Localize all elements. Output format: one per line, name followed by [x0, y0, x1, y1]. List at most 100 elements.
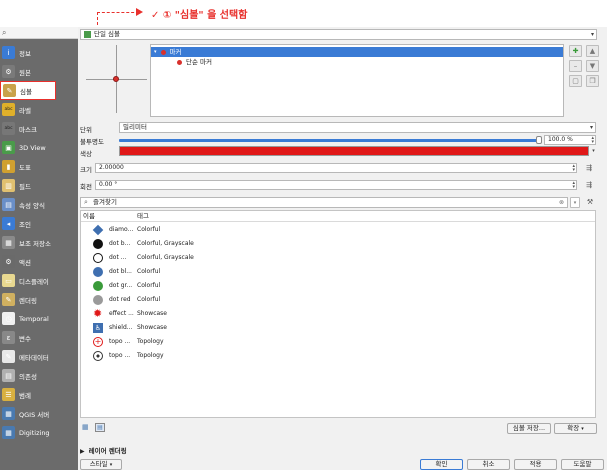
- sidebar-item[interactable]: ▤ 속성 양식: [0, 195, 78, 214]
- sidebar-item[interactable]: abc 마스크: [0, 119, 78, 138]
- annotation-label: ✓ ① "심볼" 을 선택함: [151, 10, 248, 21]
- sidebar-item-label: 보조 저장소: [19, 239, 51, 248]
- sidebar-item[interactable]: ε 변수: [0, 328, 78, 347]
- sidebar-item[interactable]: ✎ 심볼: [0, 81, 56, 100]
- metadata-icon: ✎: [2, 350, 15, 363]
- column-header-tag[interactable]: 태그: [137, 211, 149, 222]
- dot-white-icon: [93, 253, 103, 263]
- list-item[interactable]: ✹ effect ... Showcase: [81, 307, 595, 321]
- style-manager-icon[interactable]: ⚒: [584, 197, 596, 207]
- list-item[interactable]: topo ... Topology: [81, 349, 595, 363]
- duplicate-layer-button[interactable]: ❐: [586, 75, 599, 87]
- sidebar-item[interactable]: ▮ 도표: [0, 157, 78, 176]
- symbol-list[interactable]: 이름 태그 diamo... Colorful dot b... Colorful, …: [80, 210, 596, 418]
- sidebar-item[interactable]: ▭ 디스플레이: [0, 271, 78, 290]
- unit-select[interactable]: 밀리미터 ▾: [119, 122, 596, 133]
- list-item[interactable]: dot bl... Colorful: [81, 265, 595, 279]
- expand-arrow-icon[interactable]: ▶: [80, 448, 85, 455]
- list-item[interactable]: + topo ... Topology: [81, 335, 595, 349]
- cancel-button[interactable]: 취소: [467, 459, 510, 470]
- symbol-name: topo ...: [109, 338, 131, 345]
- column-header-name[interactable]: 이름: [83, 211, 95, 222]
- renderer-select[interactable]: 단일 심볼 ▾: [80, 29, 597, 40]
- sidebar-item[interactable]: ⚙ 원본: [0, 62, 78, 81]
- list-item[interactable]: dot b... Colorful, Grayscale: [81, 237, 595, 251]
- save-symbol-button[interactable]: 심볼 저장...: [507, 423, 551, 434]
- clear-icon[interactable]: ⊗: [559, 198, 564, 207]
- sidebar-search[interactable]: ⌕: [0, 27, 78, 39]
- sidebar-item[interactable]: ✎ 메타데이터: [0, 347, 78, 366]
- favorites-dropdown-button[interactable]: ▾: [570, 197, 580, 208]
- copy-icon: ❐: [589, 77, 596, 85]
- sidebar-item[interactable]: ⚙ 액션: [0, 252, 78, 271]
- sidebar-item[interactable]: ▣ 3D View: [0, 138, 78, 157]
- color-dropdown-arrow[interactable]: ▾: [590, 146, 597, 156]
- symbol-library-search[interactable]: ⌕ 즐겨찾기 ⊗: [80, 197, 568, 208]
- sidebar-item-label: 필드: [19, 182, 31, 191]
- unit-label: 단위: [80, 126, 92, 134]
- arrow-up-icon: ▲: [589, 47, 596, 55]
- favorites-value: 즐겨찾기: [93, 198, 117, 206]
- collapse-icon[interactable]: ▾: [154, 47, 157, 57]
- qgis-server-icon: ▦: [2, 407, 15, 420]
- tree-row-simple-marker[interactable]: 단순 마커: [151, 57, 563, 67]
- symbol-tags: Colorful, Grayscale: [137, 240, 194, 247]
- apply-button[interactable]: 적용: [514, 459, 557, 470]
- opacity-slider-handle[interactable]: [536, 136, 542, 144]
- rotation-spinbox[interactable]: 0.00 ° ▴ ▾: [95, 180, 577, 190]
- symbol-layer-tree[interactable]: ▾ 마커 단순 마커: [150, 44, 564, 117]
- help-button[interactable]: 도움말: [561, 459, 604, 470]
- list-view-toggle-icon[interactable]: ▦: [82, 423, 92, 432]
- sidebar-item[interactable]: ▦ QGIS 서버: [0, 404, 78, 423]
- ok-button[interactable]: 확인: [420, 459, 463, 470]
- list-item[interactable]: dot red Colorful: [81, 293, 595, 307]
- opacity-label: 불투명도: [80, 138, 104, 146]
- list-item[interactable]: dot gr... Colorful: [81, 279, 595, 293]
- data-defined-override-icon[interactable]: ⇶: [583, 180, 595, 190]
- sidebar-item-label: 마스크: [19, 125, 37, 134]
- renderer-icon: [84, 30, 91, 38]
- list-item[interactable]: ♿ shield... Showcase: [81, 321, 595, 335]
- style-button[interactable]: 스타일 ▾: [80, 459, 122, 470]
- sidebar-item[interactable]: ✎ 렌더링: [0, 290, 78, 309]
- tree-row-marker[interactable]: ▾ 마커: [151, 47, 563, 57]
- lock-layer-button[interactable]: ▢: [569, 75, 582, 87]
- size-value: 2.00000: [99, 164, 124, 171]
- dot-black-icon: [93, 239, 103, 249]
- sidebar-item[interactable]: ☰ 범례: [0, 385, 78, 404]
- chevron-down-icon: ▾: [109, 462, 113, 468]
- size-label: 크기: [80, 166, 92, 174]
- list-item[interactable]: dot ... Colorful, Grayscale: [81, 251, 595, 265]
- renderer-value: 단일 심볼: [94, 30, 120, 38]
- symbol-name: dot ...: [109, 254, 127, 261]
- opacity-spinbox[interactable]: 100.0 % ▴ ▾: [544, 135, 596, 145]
- search-icon: ⌕: [2, 28, 7, 37]
- list-item[interactable]: diamo... Colorful: [81, 223, 595, 237]
- move-down-button[interactable]: ▼: [586, 60, 599, 72]
- size-spinbox[interactable]: 2.00000 ▴ ▾: [95, 163, 577, 173]
- color-button[interactable]: [119, 146, 589, 156]
- layer-rendering-section[interactable]: ▶ 레이어 렌더링: [80, 445, 127, 455]
- sidebar-item[interactable]: abc 라벨: [0, 100, 78, 119]
- add-layer-button[interactable]: ✚: [569, 45, 582, 57]
- advanced-button[interactable]: 확장 ▾: [554, 423, 597, 434]
- spin-arrows-icon[interactable]: ▴ ▾: [591, 136, 594, 145]
- icon-view-toggle-icon[interactable]: ▤: [95, 423, 105, 432]
- shield-icon: ♿: [93, 323, 103, 333]
- opacity-slider-track[interactable]: [119, 139, 539, 142]
- spin-arrows-icon[interactable]: ▴ ▾: [572, 164, 575, 173]
- remove-layer-button[interactable]: –: [569, 60, 582, 72]
- rotation-label: 회전: [80, 183, 92, 191]
- sidebar-item[interactable]: ▦ 보조 저장소: [0, 233, 78, 252]
- sidebar-item[interactable]: i 정보: [0, 43, 78, 62]
- sidebar-item[interactable]: ◂ 조인: [0, 214, 78, 233]
- spin-arrows-icon[interactable]: ▴ ▾: [572, 181, 575, 190]
- sidebar-item[interactable]: ▦ Digitizing: [0, 423, 78, 442]
- data-defined-override-icon[interactable]: ⇶: [583, 163, 595, 173]
- symbol-preview: [86, 45, 147, 113]
- symbol-tags: Colorful: [137, 268, 161, 275]
- move-up-button[interactable]: ▲: [586, 45, 599, 57]
- sidebar-item[interactable]: ◷ Temporal: [0, 309, 78, 328]
- sidebar-item[interactable]: ▥ 필드: [0, 176, 78, 195]
- sidebar-item[interactable]: ▤ 의존성: [0, 366, 78, 385]
